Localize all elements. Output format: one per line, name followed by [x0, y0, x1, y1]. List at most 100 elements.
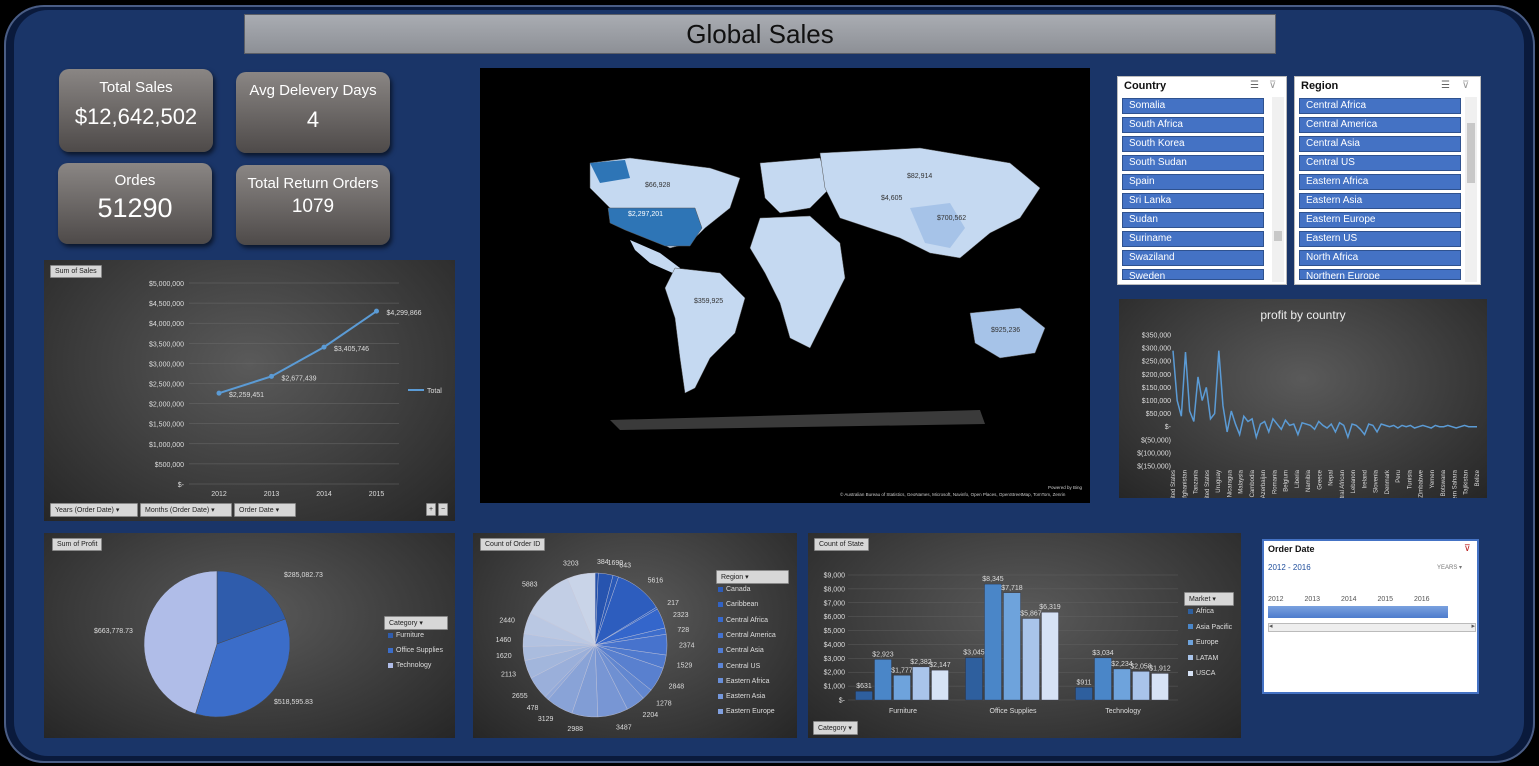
- multi-select-icon[interactable]: ☰: [1441, 80, 1450, 91]
- data-label: 2440: [499, 618, 515, 625]
- legend-swatch: [1188, 624, 1193, 630]
- region-scrollbar[interactable]: [1465, 97, 1477, 282]
- data-label: $7,718: [1001, 585, 1023, 592]
- scroll-thumb[interactable]: [1274, 231, 1282, 241]
- timeline-scrollbar[interactable]: ◂ ▸: [1268, 623, 1476, 632]
- slicer-item[interactable]: Eastern Africa: [1299, 174, 1461, 190]
- y-tick-label: $50,000: [1146, 411, 1171, 418]
- data-label: $518,595.83: [274, 699, 313, 706]
- scroll-right-icon[interactable]: ▸: [1471, 622, 1475, 630]
- x-tick-label: Zimbabwe: [1419, 469, 1425, 497]
- y-tick-label: $200,000: [1142, 372, 1171, 379]
- data-label: $8,345: [982, 576, 1004, 583]
- order-date-filter-label: Order Date: [239, 507, 274, 514]
- bar: [965, 657, 983, 701]
- data-label: 2374: [679, 643, 695, 650]
- x-tick-label: Western Sahara: [1452, 469, 1458, 498]
- slicer-item[interactable]: Sweden: [1122, 269, 1264, 280]
- region-filter-button[interactable]: Region ▾: [716, 570, 789, 584]
- x-tick-label: Romania: [1272, 469, 1278, 494]
- collapse-button[interactable]: −: [438, 503, 448, 516]
- y-tick-label: $1,000,000: [149, 442, 184, 449]
- clear-filter-icon[interactable]: ⊽: [1269, 80, 1276, 91]
- market-filter-button[interactable]: Market ▾: [1184, 592, 1234, 606]
- data-label: $3,405,746: [334, 346, 369, 353]
- scroll-thumb[interactable]: [1467, 123, 1475, 183]
- order-date-filter-button[interactable]: Order Date ▾: [234, 503, 296, 517]
- years-filter-label: Years (Order Date): [55, 507, 114, 514]
- kpi-value: 51290: [97, 193, 173, 223]
- slicer-item[interactable]: Central Asia: [1299, 136, 1461, 152]
- bar: [1151, 673, 1169, 701]
- y-tick-label: $-: [178, 482, 185, 489]
- category-filter-button[interactable]: Category ▾: [384, 616, 448, 630]
- scroll-left-icon[interactable]: ◂: [1269, 622, 1273, 630]
- y-tick-label: $7,000: [824, 600, 846, 607]
- multi-select-icon[interactable]: ☰: [1250, 80, 1259, 91]
- legend-label: Central America: [726, 631, 776, 639]
- slicer-item[interactable]: Eastern Europe: [1299, 212, 1461, 228]
- category-filter-button[interactable]: Category ▾: [813, 721, 858, 735]
- x-tick-label: Office Supplies: [990, 708, 1037, 715]
- y-tick-label: $2,000,000: [149, 402, 184, 409]
- legend-swatch: [1188, 670, 1193, 676]
- slicer-item[interactable]: Spain: [1122, 174, 1264, 190]
- legend-item: Europe: [1188, 639, 1219, 646]
- state-bar-panel: $- $1,000 $2,000 $3,000 $4,000 $5,000 $6,000 $7…: [808, 533, 1241, 738]
- slicer-item[interactable]: Northern Europe: [1299, 269, 1461, 280]
- europe-shape: [759, 157, 831, 214]
- timeline-selection-bar[interactable]: [1268, 606, 1448, 618]
- legend-label: Africa: [1196, 608, 1214, 615]
- years-filter-button[interactable]: Years (Order Date) ▾: [50, 503, 138, 517]
- legend-swatch: [718, 632, 723, 638]
- legend-item: LATAM: [1188, 655, 1218, 662]
- legend-swatch: [1188, 655, 1193, 661]
- country-scrollbar[interactable]: [1272, 97, 1284, 282]
- clear-filter-icon[interactable]: ⊽: [1462, 80, 1469, 91]
- slicer-item[interactable]: Eastern US: [1299, 231, 1461, 247]
- expand-button[interactable]: +: [426, 503, 436, 516]
- x-tick-label: Central African: [1340, 470, 1346, 498]
- months-filter-button[interactable]: Months (Order Date) ▾: [140, 503, 232, 517]
- legend-swatch: [718, 617, 723, 623]
- slicer-item[interactable]: South Korea: [1122, 136, 1264, 152]
- clear-filter-icon[interactable]: ⊽: [1464, 543, 1471, 554]
- slicer-item[interactable]: Central US: [1299, 155, 1461, 171]
- data-label: 643: [619, 563, 631, 570]
- map-label: $4,605: [881, 195, 903, 202]
- slicer-item[interactable]: Swaziland: [1122, 250, 1264, 266]
- legend-item: Furniture: [388, 632, 424, 639]
- map-label: $2,297,201: [628, 211, 663, 218]
- y-tick-label: $6,000: [824, 614, 846, 621]
- y-tick-label: $500,000: [155, 462, 184, 469]
- slicer-item[interactable]: Suriname: [1122, 231, 1264, 247]
- y-tick-label: $4,000: [824, 642, 846, 649]
- legend-swatch: [388, 662, 393, 668]
- timeline-level[interactable]: YEARS ▾: [1437, 564, 1462, 571]
- slicer-item[interactable]: Eastern Asia: [1299, 193, 1461, 209]
- bar: [1075, 687, 1093, 701]
- y-tick-label: $350,000: [1142, 333, 1171, 340]
- slicer-item[interactable]: North Africa: [1299, 250, 1461, 266]
- slicer-item[interactable]: Central America: [1299, 117, 1461, 133]
- region-slicer-title: Region: [1301, 80, 1339, 92]
- slicer-item[interactable]: South Sudan: [1122, 155, 1264, 171]
- slicer-item[interactable]: Central Africa: [1299, 98, 1461, 114]
- bar: [1094, 657, 1112, 701]
- legend-item: Caribbean: [718, 601, 758, 608]
- chart-title-state: Count of State: [814, 538, 869, 551]
- slicer-item[interactable]: Sri Lanka: [1122, 193, 1264, 209]
- x-tick-label: Belgium: [1284, 470, 1290, 492]
- legend-label: LATAM: [1196, 654, 1219, 662]
- bar: [1003, 592, 1021, 701]
- data-label: 3129: [538, 716, 554, 723]
- slicer-item[interactable]: Sudan: [1122, 212, 1264, 228]
- x-tick-label: United States: [1171, 470, 1177, 498]
- sales-map[interactable]: $66,928 $82,914 $2,297,201 $4,605 $700,5…: [480, 68, 1090, 503]
- slicer-item[interactable]: Somalia: [1122, 98, 1264, 114]
- y-tick-label: $5,000,000: [149, 281, 184, 288]
- region-filter-label: Region: [721, 574, 744, 581]
- slicer-item[interactable]: South Africa: [1122, 117, 1264, 133]
- data-label: $631: [856, 683, 872, 690]
- x-tick-label: United States: [1205, 470, 1211, 498]
